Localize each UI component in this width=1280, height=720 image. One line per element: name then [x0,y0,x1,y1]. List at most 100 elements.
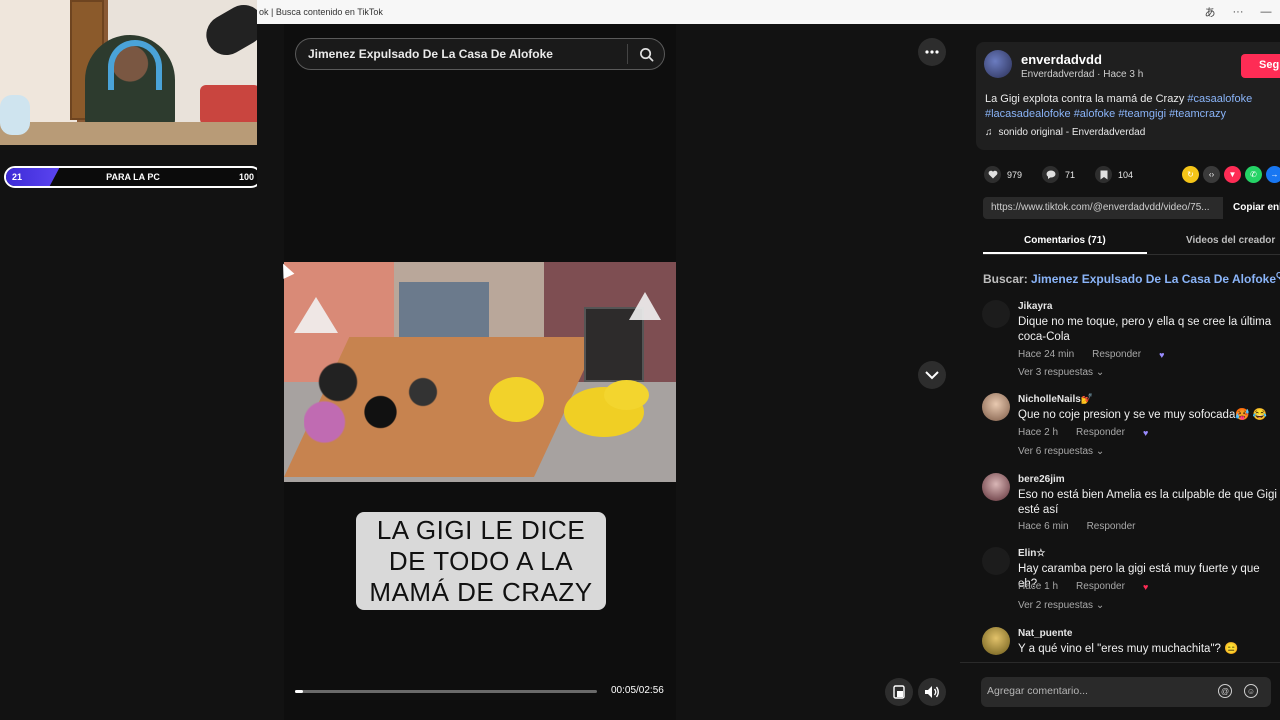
minimize-icon[interactable]: — [1252,6,1280,18]
tabs-divider [983,254,1280,255]
follow-button[interactable]: Seg [1241,54,1280,78]
creator-heart-icon: ♥ [1142,581,1149,592]
comment-item: bere26jim Eso no está bien Amelia es la … [982,469,1280,541]
video-caption: LA GIGI LE DICE DE TODO A LA MAMÁ DE CRA… [356,512,606,610]
chevron-down-icon [925,370,939,379]
view-replies-label[interactable]: Ver 6 respuestas [1018,446,1093,457]
comment-meta: Hace 1 h Responder ♥ [1018,581,1148,592]
mention-icon[interactable]: @ [1218,684,1232,698]
search-button[interactable] [628,47,664,62]
comment-avatar[interactable] [982,473,1010,501]
comment-avatar[interactable] [982,300,1010,328]
video-frame[interactable] [284,262,676,482]
chevron-down-icon: ⌄ [1095,367,1105,378]
more-options-button[interactable] [918,38,946,66]
comment-time: Hace 1 h [1018,581,1059,592]
reply-button[interactable]: Responder [1076,427,1125,438]
tab-comments[interactable]: Comentarios (71) [1024,235,1106,246]
comment-meta: Hace 24 min Responder ♥ [1018,349,1164,360]
comment-avatar[interactable] [982,547,1010,575]
comment-meta: Hace 2 h Responder ♥ [1018,427,1148,438]
page-background [257,24,284,720]
save-stat[interactable]: 104 [1095,166,1133,183]
comment-text: Que no coje presion y se ve muy sofocada… [1018,409,1268,421]
video-link-field[interactable]: https://www.tiktok.com/@enverdadvdd/vide… [983,197,1223,219]
tab-creator-videos[interactable]: Videos del creador [1186,235,1275,246]
comment-item: NicholleNails💅 Que no coje presion y se … [982,389,1280,469]
hashtag[interactable]: #teamcrazy [1169,108,1226,120]
window-title: ok | Busca contenido en TikTok [259,7,383,17]
comment-stat[interactable]: 71 [1042,166,1075,183]
browser-menu-icon[interactable]: ··· [1224,6,1252,18]
comment-text: Dique no me toque, pero y ella q se cree… [1018,316,1272,343]
volume-icon [925,686,939,698]
view-replies-button[interactable]: Ver 2 respuestas ⌄ [1018,600,1104,611]
comment-username[interactable]: NicholleNails💅 [1018,394,1093,405]
video-progress-fill [295,690,304,693]
search-suggestion-query[interactable]: Jimenez Expulsado De La Casa De Alofoke [1031,272,1276,286]
search-suggestion-label: Buscar: [983,272,1032,286]
music-info[interactable]: ♫ sonido original - Enverdadverdad [985,127,1145,138]
like-count: 979 [1007,169,1023,180]
whatsapp-icon[interactable]: ✆ [1245,166,1262,183]
creator-heart-icon: ♥ [1142,427,1149,438]
pip-button[interactable] [885,678,913,706]
bookmark-icon[interactable] [1095,166,1113,183]
view-replies-button[interactable]: Ver 3 respuestas ⌄ [1018,367,1104,378]
comment-avatar[interactable] [982,393,1010,421]
hashtag[interactable]: #teamgigi [1118,108,1166,120]
comment-username[interactable]: Nat_puente [1018,628,1072,639]
comment-username[interactable]: Jikayra [1018,301,1052,312]
donation-goal-bar: 21 PARA LA PC 100 [4,166,262,188]
author-name[interactable]: enverdadvdd [1021,52,1102,67]
search-bar[interactable]: Jimenez Expulsado De La Casa De Alofoke [295,38,665,70]
video-progress-bar[interactable] [295,690,597,693]
goal-title: PARA LA PC [106,172,160,182]
comment-icon[interactable] [1042,166,1060,183]
comment-username[interactable]: bere26jim [1018,474,1065,485]
search-suggestion[interactable]: Buscar: Jimenez Expulsado De La Casa De … [983,271,1280,286]
hashtag[interactable]: #alofoke [1074,108,1116,120]
browser-titlebar: ok | Busca contenido en TikTok あ ··· — [257,0,1280,24]
share-more-icon[interactable]: → [1266,166,1280,183]
emoji-icon[interactable]: ☺ [1244,684,1258,698]
video-caption-text: LA GIGI LE DICE DE TODO A LA MAMÁ DE CRA… [369,514,593,607]
pip-icon [893,685,905,699]
music-title[interactable]: sonido original - Enverdadverdad [999,127,1146,138]
comment-count: 71 [1065,169,1076,180]
video-time: 00:05/02:56 [611,685,664,696]
comment-item: Jikayra Dique no me toque, pero y ella q… [982,296,1280,384]
author-avatar[interactable] [984,50,1012,78]
comment-text: Eso no está bien Amelia es la culpable d… [1018,489,1277,516]
embed-icon[interactable]: ‹› [1203,166,1220,183]
send-icon[interactable]: ▼ [1224,166,1241,183]
like-stat[interactable]: 979 [984,166,1022,183]
comment-username[interactable]: Elin☆ [1018,548,1045,559]
chevron-down-icon: ⌄ [1095,446,1105,457]
more-icon [925,50,939,54]
search-input[interactable]: Jimenez Expulsado De La Casa De Alofoke [308,47,627,61]
reply-button[interactable]: Responder [1076,581,1125,592]
volume-button[interactable] [918,678,946,706]
reply-button[interactable]: Responder [1087,521,1136,532]
comment-time: Hace 6 min [1018,521,1069,532]
creator-heart-icon: ♥ [1159,349,1165,360]
view-replies-label[interactable]: Ver 2 respuestas [1018,600,1093,611]
heart-icon[interactable] [984,166,1001,183]
search-small-icon: Q [1276,271,1280,280]
next-video-button[interactable] [918,361,946,389]
translate-icon[interactable]: あ [1196,4,1224,20]
comment-avatar[interactable] [982,627,1010,655]
webcam-feed [0,0,257,145]
view-replies-label[interactable]: Ver 3 respuestas [1018,367,1093,378]
comment-text: Y a qué vino el "eres muy muchachita"? 😑 [1018,643,1239,655]
share-buttons: ↻ ‹› ▼ ✆ → [1182,166,1280,183]
hashtag[interactable]: #lacasadealofoke [985,108,1071,120]
repost-icon[interactable]: ↻ [1182,166,1199,183]
comment-meta: Hace 6 min Responder [1018,521,1136,532]
hashtag[interactable]: #casaalofoke [1187,93,1252,105]
view-replies-button[interactable]: Ver 6 respuestas ⌄ [1018,446,1104,457]
goal-target: 100 [238,172,254,182]
reply-button[interactable]: Responder [1092,349,1141,360]
copy-link-button[interactable]: Copiar enl [1233,202,1280,213]
